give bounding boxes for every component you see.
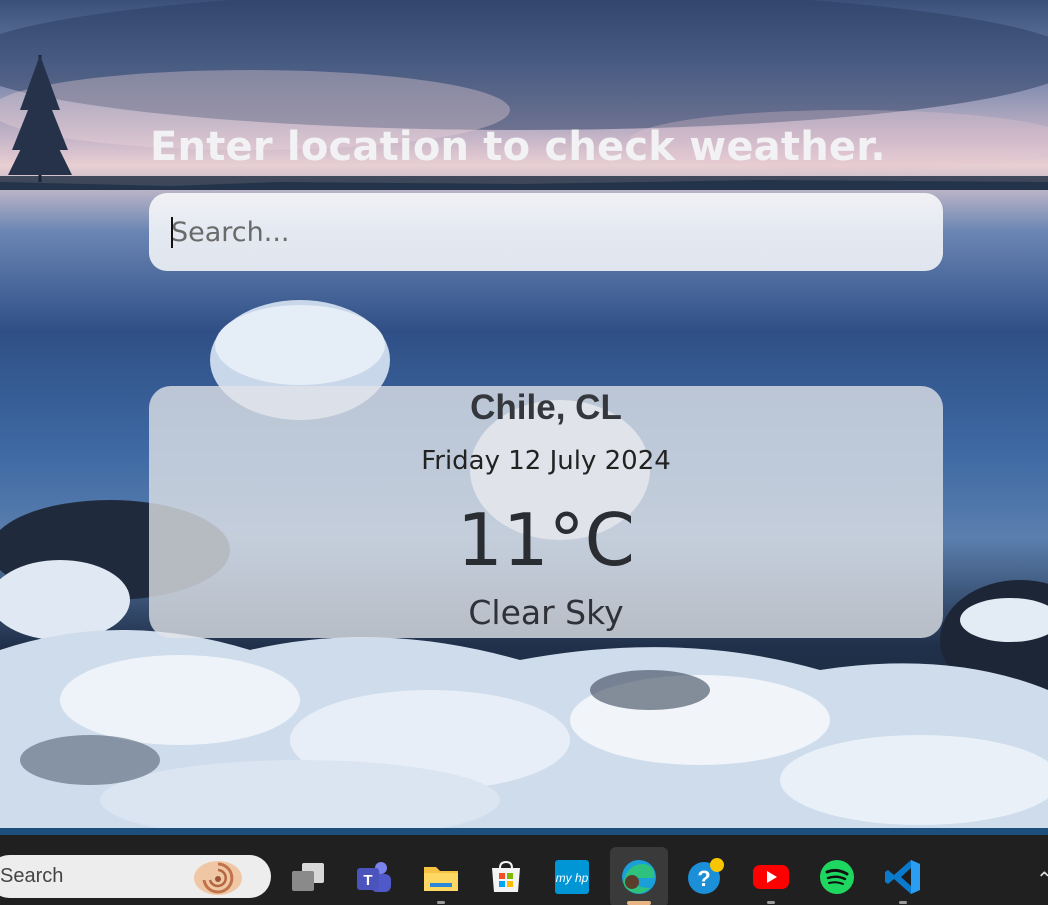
weather-card: Chile, CL Friday 12 July 2024 11°C Clear… (149, 386, 943, 638)
weather-condition: Clear Sky (468, 593, 624, 632)
windows-taskbar: Search T my hp ? ⌃ (0, 828, 1048, 905)
task-view-icon[interactable] (288, 857, 328, 897)
edge-browser-icon[interactable] (619, 857, 659, 897)
location-search-input[interactable] (171, 216, 943, 248)
youtube-running-indicator (767, 901, 775, 904)
location-name: Chile, CL (470, 388, 622, 427)
search-field[interactable] (149, 193, 943, 271)
spotify-icon[interactable] (817, 857, 857, 897)
teams-icon[interactable]: T (354, 857, 394, 897)
svg-text:my hp: my hp (556, 871, 589, 885)
nautilus-shell-icon (194, 861, 242, 895)
taskbar-search-box[interactable]: Search (0, 855, 271, 898)
svg-text:?: ? (697, 866, 710, 891)
myhp-icon[interactable]: my hp (552, 857, 592, 897)
system-tray-chevron-icon[interactable]: ⌃ (1036, 867, 1048, 891)
taskbar-search-label: Search (0, 865, 64, 887)
temperature-value: 11°C (457, 498, 635, 582)
vscode-running-indicator (899, 901, 907, 904)
text-cursor (171, 217, 173, 248)
page-heading: Enter location to check weather. (150, 124, 886, 170)
microsoft-store-icon[interactable] (486, 857, 526, 897)
youtube-icon[interactable] (751, 857, 791, 897)
svg-text:T: T (363, 872, 372, 889)
get-help-icon[interactable]: ? (685, 857, 725, 897)
file-explorer-running-indicator (437, 901, 445, 904)
active-app-indicator (627, 901, 651, 905)
file-explorer-icon[interactable] (421, 857, 461, 897)
vscode-icon[interactable] (883, 857, 923, 897)
weather-date: Friday 12 July 2024 (421, 446, 671, 476)
